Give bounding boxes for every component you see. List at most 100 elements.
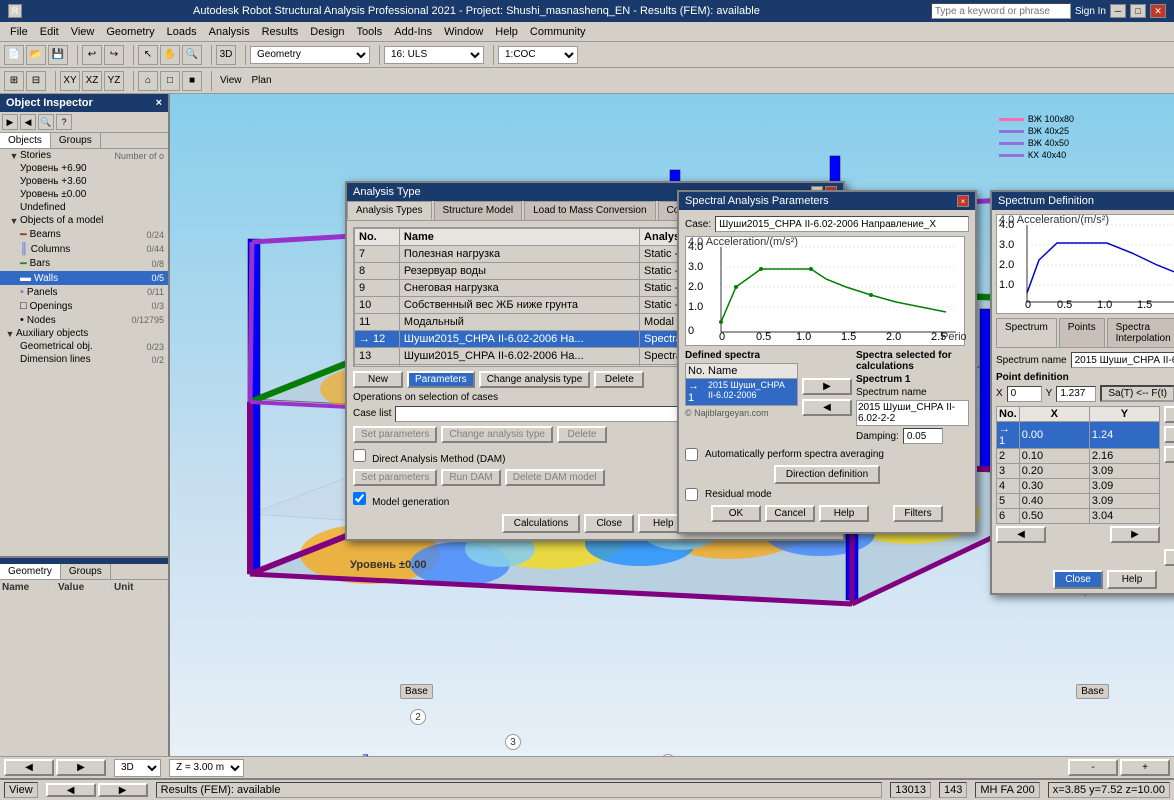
menu-view[interactable]: View <box>65 24 101 40</box>
tree-level-690[interactable]: Уровень +6.90 <box>0 162 168 175</box>
btn-filters[interactable]: Filters <box>893 505 943 522</box>
tb2-render[interactable]: ■ <box>182 71 202 91</box>
view-mode-select[interactable]: 3D Plan <box>114 759 161 777</box>
sd-row-3[interactable]: 3 0.20 3.09 <box>997 464 1160 479</box>
tab-groups[interactable]: Groups <box>51 133 101 148</box>
tb-redo[interactable]: ↪ <box>104 45 124 65</box>
tb2-grid[interactable]: ⊟ <box>26 71 46 91</box>
btn-parameters[interactable]: Parameters <box>407 371 475 388</box>
close-btn[interactable]: ✕ <box>1150 4 1166 18</box>
tb-undo[interactable]: ↩ <box>82 45 102 65</box>
tb2-view-xy[interactable]: XY <box>60 71 80 91</box>
menu-addins[interactable]: Add-Ins <box>388 24 438 40</box>
btn-change-type[interactable]: Change analysis type <box>479 371 591 388</box>
model-gen-checkbox[interactable] <box>353 492 366 505</box>
mode-selector[interactable]: Geometry Results Design <box>250 46 370 64</box>
tree-expand-model[interactable]: ▼ <box>8 216 20 226</box>
inspector-tb-btn1[interactable]: ▶ <box>2 114 18 130</box>
menu-design[interactable]: Design <box>304 24 350 40</box>
residual-checkbox[interactable] <box>685 488 698 501</box>
btn-change-analysis[interactable]: Change analysis type <box>441 426 553 443</box>
tb-new[interactable]: 📄 <box>4 45 24 65</box>
sd-name-input[interactable] <box>1071 352 1174 368</box>
btn-close-analysis[interactable]: Close <box>584 514 634 533</box>
btn-bottom-zoom-out[interactable]: - <box>1068 759 1118 776</box>
menu-help[interactable]: Help <box>489 24 524 40</box>
tree-level-000[interactable]: Уровень ±0.00 <box>0 188 168 201</box>
menu-edit[interactable]: Edit <box>34 24 65 40</box>
btn-close-spectrum[interactable]: Close <box>1053 570 1103 589</box>
tree-geom-obj[interactable]: Geometrical obj. 0/23 <box>0 340 168 353</box>
btn-sd-prev[interactable]: ◀ <box>996 526 1046 543</box>
menu-file[interactable]: File <box>4 24 34 40</box>
menu-window[interactable]: Window <box>438 24 489 40</box>
tree-openings[interactable]: □ Openings 0/3 <box>0 299 168 313</box>
prop-tab-groups[interactable]: Groups <box>61 564 111 579</box>
btn-sd-next[interactable]: ▶ <box>1110 526 1160 543</box>
damping-input[interactable] <box>903 428 943 444</box>
btn-new[interactable]: New <box>353 371 403 388</box>
tb2-wireframe[interactable]: □ <box>160 71 180 91</box>
z-level-select[interactable]: Z = 3.00 m <box>169 759 244 777</box>
tree-dim-lines[interactable]: Dimension lines 0/2 <box>0 353 168 366</box>
tree-expand-stories[interactable]: ▼ <box>8 151 20 161</box>
minimize-btn[interactable]: ─ <box>1110 4 1126 18</box>
tree-objects-model[interactable]: ▼ Objects of a model <box>0 214 168 227</box>
dam-checkbox[interactable] <box>353 449 366 462</box>
btn-bottom-prev[interactable]: ◀ <box>4 759 54 776</box>
tree-beams[interactable]: ━ Beams 0/24 <box>0 227 168 242</box>
tb-select[interactable]: ↖ <box>138 45 158 65</box>
tb2-home[interactable]: ⌂ <box>138 71 158 91</box>
menu-geometry[interactable]: Geometry <box>100 24 160 40</box>
tree-expand-aux[interactable]: ▼ <box>4 329 16 339</box>
sd-row-5[interactable]: 5 0.40 3.09 <box>997 494 1160 509</box>
btn-sa-ft[interactable]: Sa(T) <-- F(t) <box>1100 385 1174 402</box>
btn-direction[interactable]: Direction definition <box>774 465 880 484</box>
sd-row-6[interactable]: 6 0.50 3.04 <box>997 509 1160 524</box>
inspector-tb-help[interactable]: ? <box>56 114 72 130</box>
sd-tab-interpolation[interactable]: Spectra Interpolation <box>1107 318 1174 347</box>
tab-analysis-types[interactable]: Analysis Types <box>347 201 432 220</box>
btn-calculations[interactable]: Calculations <box>502 514 580 533</box>
menu-loads[interactable]: Loads <box>161 24 203 40</box>
sd-y-input[interactable] <box>1056 386 1096 402</box>
tree-auxiliary[interactable]: ▼ Auxiliary objects <box>0 327 168 340</box>
sd-row-1[interactable]: → 1 0.00 1.24 <box>997 422 1160 449</box>
tb-view3d[interactable]: 3D <box>216 45 236 65</box>
tb-open[interactable]: 📂 <box>26 45 46 65</box>
inspector-close[interactable]: × <box>156 97 162 109</box>
tb-save[interactable]: 💾 <box>48 45 68 65</box>
sd-x-input[interactable] <box>1007 386 1042 402</box>
btn-modify-point[interactable]: Modify <box>1164 446 1174 463</box>
btn-ok-spectral[interactable]: OK <box>711 505 761 522</box>
tree-stories[interactable]: ▼ Stories Number of o <box>0 149 168 162</box>
btn-set-params[interactable]: Set parameters <box>353 426 437 443</box>
tree-walls[interactable]: ▬ Walls 0/5 <box>0 271 168 285</box>
tb2-view-yz[interactable]: YZ <box>104 71 124 91</box>
menu-tools[interactable]: Tools <box>351 24 389 40</box>
btn-help-spectral[interactable]: Help <box>819 505 869 522</box>
inspector-tb-search[interactable]: 🔍 <box>38 114 54 130</box>
btn-spec-right[interactable]: ▶ <box>802 378 852 395</box>
tb-pan[interactable]: ✋ <box>160 45 180 65</box>
tree-undefined[interactable]: Undefined <box>0 201 168 214</box>
btn-bottom-zoom-in[interactable]: + <box>1120 759 1170 776</box>
defined-row-1[interactable]: → 1 2015 Шуши_СНРА II-6.02-2006 <box>686 379 797 405</box>
btn-delete-dam[interactable]: Delete DAM model <box>505 469 605 486</box>
prop-tab-geometry[interactable]: Geometry <box>0 564 61 579</box>
search-input[interactable] <box>931 3 1071 19</box>
sign-in-btn[interactable]: Sign In <box>1075 6 1106 17</box>
tree-bars[interactable]: ━ Bars 0/8 <box>0 256 168 271</box>
spectral-case-input[interactable] <box>715 216 969 232</box>
tree-nodes[interactable]: • Nodes 0/12795 <box>0 313 168 327</box>
menu-results[interactable]: Results <box>256 24 305 40</box>
tb2-view-xz[interactable]: XZ <box>82 71 102 91</box>
coc-selector[interactable]: 1:COC <box>498 46 578 64</box>
menu-community[interactable]: Community <box>524 24 592 40</box>
sd-tab-points[interactable]: Points <box>1059 318 1105 347</box>
btn-delete2[interactable]: Delete <box>557 426 607 443</box>
tb2-snap[interactable]: ⊞ <box>4 71 24 91</box>
btn-bottom-next[interactable]: ▶ <box>56 759 106 776</box>
inspector-tb-btn2[interactable]: ◀ <box>20 114 36 130</box>
spectral-close[interactable]: × <box>957 195 969 207</box>
